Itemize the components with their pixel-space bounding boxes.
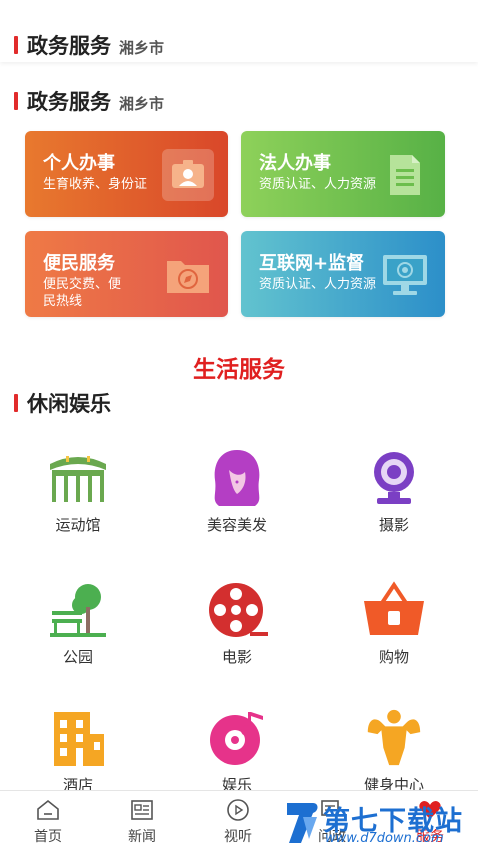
header-city[interactable]: 湘乡市 xyxy=(119,37,164,58)
tab-label: 新闻 xyxy=(128,829,156,845)
card-internet-supervision[interactable]: 互联网+监督 资质认证、人力资源 xyxy=(241,231,445,317)
card-personal-affairs[interactable]: 个人办事 生育收养、身份证 xyxy=(25,131,228,217)
gov-section-accent-bar xyxy=(14,92,18,110)
header-title-group: 政务服务 湘乡市 xyxy=(14,30,164,60)
site-watermark: 第七下载站 www.d7down.com xyxy=(283,797,478,850)
grid-item-movie[interactable]: 电影 xyxy=(177,578,297,667)
grid-item-label: 电影 xyxy=(221,648,252,666)
film-reel-icon xyxy=(205,578,269,642)
life-services-title: 生活服务 xyxy=(193,357,285,383)
card-title: 互联网+监督 xyxy=(259,253,365,274)
grid-item-hair-salon[interactable]: 美容美发 xyxy=(177,446,297,535)
leisure-section-title: 休闲娱乐 xyxy=(27,392,111,416)
leisure-section-accent-bar xyxy=(14,394,18,412)
grid-item-photography[interactable]: 摄影 xyxy=(334,446,454,535)
gov-section-city[interactable]: 湘乡市 xyxy=(119,93,164,114)
watermark-logo-icon xyxy=(287,803,318,843)
tab-news[interactable]: 新闻 xyxy=(112,797,172,846)
grid-item-hotel[interactable]: 酒店 xyxy=(18,706,138,795)
news-icon xyxy=(129,797,155,823)
tab-label: 首页 xyxy=(34,829,62,845)
grid-item-label: 摄影 xyxy=(378,516,409,534)
tab-label: 视听 xyxy=(224,829,252,845)
tab-home[interactable]: 首页 xyxy=(18,797,78,846)
fitness-icon xyxy=(362,706,426,770)
grid-item-label: 公园 xyxy=(62,648,93,666)
webcam-icon xyxy=(362,446,426,510)
card-subtitle: 资质认证、人力资源 xyxy=(259,277,377,292)
card-subtitle: 便民交费、便民热线 xyxy=(43,277,122,309)
card-convenience-services[interactable]: 便民服务 便民交费、便民热线 xyxy=(25,231,228,317)
grid-item-entertainment[interactable]: 娱乐 xyxy=(177,706,297,795)
gov-section-title: 政务服务 xyxy=(27,90,111,114)
header-title: 政务服务 xyxy=(27,34,111,58)
tab-audio-video[interactable]: 视听 xyxy=(208,797,268,846)
grid-item-label: 运动馆 xyxy=(55,516,101,534)
card-title: 法人办事 xyxy=(259,153,331,174)
monitor-icon xyxy=(379,249,431,301)
home-icon xyxy=(35,797,61,823)
id-card-icon xyxy=(162,149,214,201)
top-header: 政务服务 湘乡市 xyxy=(0,0,478,62)
document-icon xyxy=(379,149,431,201)
card-subtitle: 生育收养、身份证 xyxy=(43,177,148,192)
grid-item-park[interactable]: 公园 xyxy=(18,578,138,667)
card-legal-person-affairs[interactable]: 法人办事 资质认证、人力资源 xyxy=(241,131,445,217)
grid-item-label: 美容美发 xyxy=(206,516,267,534)
stadium-icon xyxy=(46,446,110,510)
park-icon xyxy=(46,578,110,642)
play-icon xyxy=(225,797,251,823)
music-disc-icon xyxy=(205,706,269,770)
grid-item-shopping[interactable]: 购物 xyxy=(334,578,454,667)
grid-item-stadium[interactable]: 运动馆 xyxy=(18,446,138,535)
gov-section-heading: 政务服务 湘乡市 xyxy=(14,86,164,116)
hotel-icon xyxy=(46,706,110,770)
card-title: 个人办事 xyxy=(43,153,115,174)
grid-item-label: 购物 xyxy=(378,648,409,666)
shopping-basket-icon xyxy=(362,578,426,642)
header-accent-bar xyxy=(14,36,18,54)
grid-item-fitness[interactable]: 健身中心 xyxy=(334,706,454,795)
hair-salon-icon xyxy=(205,446,269,510)
compass-folder-icon xyxy=(162,249,214,301)
card-title: 便民服务 xyxy=(43,253,115,274)
watermark-url: www.d7down.com xyxy=(325,831,444,846)
leisure-section-heading: 休闲娱乐 xyxy=(14,388,111,418)
card-subtitle: 资质认证、人力资源 xyxy=(259,177,377,192)
